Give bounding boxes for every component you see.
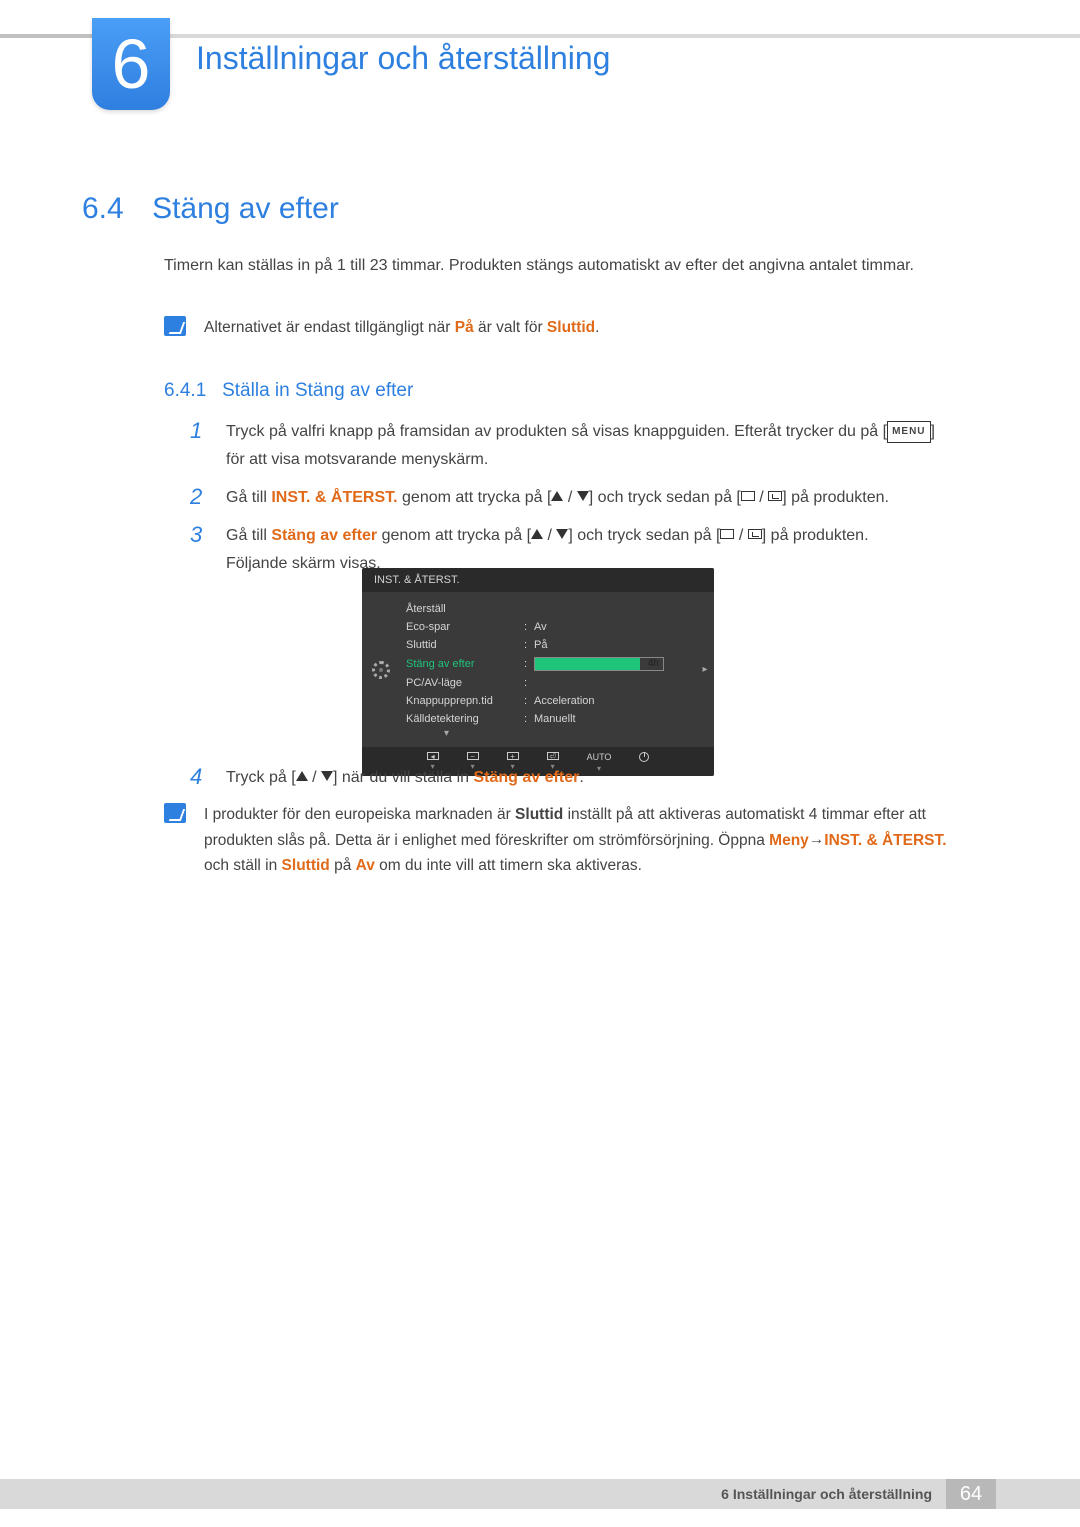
rect-icon bbox=[720, 529, 734, 539]
osd-btn-enter-icon: ⏎ bbox=[547, 752, 559, 760]
osd-row: Återställ bbox=[400, 600, 696, 618]
osd-btn-auto: AUTO bbox=[587, 752, 612, 762]
osd-slider: 4h bbox=[534, 657, 664, 671]
osd-row: Källdetektering:Manuellt bbox=[400, 710, 696, 728]
return-icon bbox=[768, 491, 782, 501]
section-title: Stäng av efter bbox=[152, 192, 339, 225]
note-1-text: Alternativet är endast tillgängligt när … bbox=[204, 316, 599, 341]
note-1: Alternativet är endast tillgängligt när … bbox=[164, 316, 954, 341]
osd-scroll-down-icon: ▾ bbox=[400, 728, 696, 743]
triangle-down-icon bbox=[556, 529, 568, 539]
osd-btn-back-icon: ◂ bbox=[427, 752, 439, 760]
footer-label: 6 Inställningar och återställning bbox=[707, 1479, 946, 1509]
osd-menu-screenshot: INST. & ÅTERST. Återställ Eco-spar:Av Sl… bbox=[362, 568, 714, 776]
section-heading: 6.4 Stäng av efter bbox=[82, 192, 339, 226]
osd-side-icon bbox=[362, 592, 400, 747]
osd-title: INST. & ÅTERST. bbox=[362, 568, 714, 592]
chapter-tab: 6 bbox=[92, 18, 170, 110]
note-icon bbox=[164, 316, 186, 336]
triangle-down-icon bbox=[321, 771, 333, 781]
gear-icon bbox=[372, 661, 390, 679]
triangle-up-icon bbox=[551, 491, 563, 501]
footer-bar: 6 Inställningar och återställning 64 bbox=[0, 1479, 1080, 1509]
note-2: I produkter för den europeiska marknaden… bbox=[164, 803, 954, 878]
return-icon bbox=[748, 529, 762, 539]
osd-row: Sluttid:På bbox=[400, 636, 696, 654]
osd-btn-minus-icon: − bbox=[467, 752, 479, 760]
intro-paragraph: Timern kan ställas in på 1 till 23 timma… bbox=[164, 252, 954, 279]
osd-list: Återställ Eco-spar:Av Sluttid:På Stäng a… bbox=[400, 592, 696, 747]
section-number: 6.4 bbox=[82, 192, 124, 225]
menu-button-icon: MENU bbox=[887, 421, 930, 443]
triangle-down-icon bbox=[577, 491, 589, 501]
osd-row-active: Stäng av efter: 4h bbox=[400, 654, 696, 674]
power-icon bbox=[639, 752, 649, 762]
rect-icon bbox=[741, 491, 755, 501]
osd-nav-right-icon: ▸ bbox=[696, 592, 714, 747]
osd-row: Knappupprepn.tid:Acceleration bbox=[400, 692, 696, 710]
subsection-title: Ställa in Stäng av efter bbox=[222, 380, 413, 401]
subsection-number: 6.4.1 bbox=[164, 380, 206, 401]
chapter-number: 6 bbox=[112, 29, 151, 99]
osd-row: Eco-spar:Av bbox=[400, 618, 696, 636]
osd-row: PC/AV-läge: bbox=[400, 674, 696, 692]
triangle-up-icon bbox=[531, 529, 543, 539]
page-number: 64 bbox=[946, 1479, 996, 1509]
osd-btn-plus-icon: + bbox=[507, 752, 519, 760]
step-2: 2 Gå till INST. & ÅTERST. genom att tryc… bbox=[190, 484, 950, 512]
note-icon bbox=[164, 803, 186, 823]
step-1: 1 Tryck på valfri knapp på framsidan av … bbox=[190, 418, 950, 474]
steps-list: 1 Tryck på valfri knapp på framsidan av … bbox=[190, 418, 950, 588]
subsection-heading: 6.4.1 Ställa in Stäng av efter bbox=[164, 380, 413, 402]
chapter-title: Inställningar och återställning bbox=[196, 40, 610, 77]
triangle-up-icon bbox=[296, 771, 308, 781]
note-2-text: I produkter för den europeiska marknaden… bbox=[204, 803, 954, 878]
step-4: 4 Tryck på [ / ] när du vill ställa in S… bbox=[190, 764, 950, 792]
